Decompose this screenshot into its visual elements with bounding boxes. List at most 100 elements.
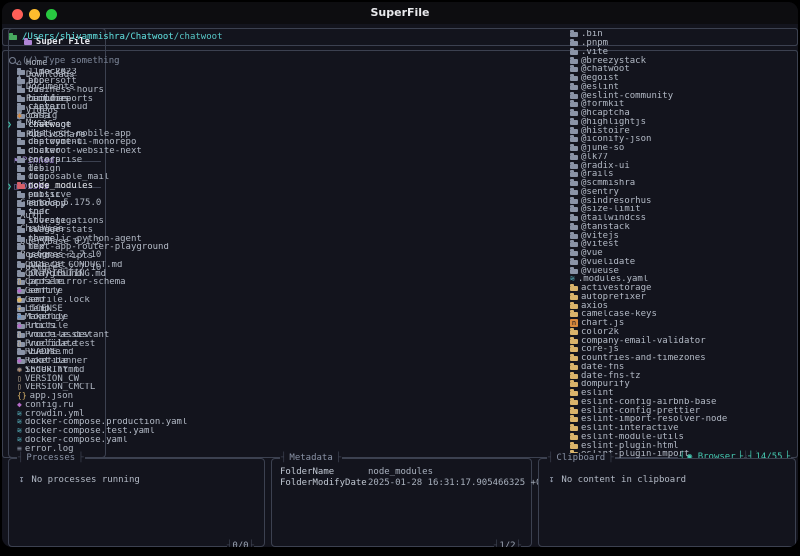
folder-icon	[570, 39, 578, 47]
file-row[interactable]: ❯ date-fns-tz	[570, 371, 798, 380]
file-row[interactable]: ❯ n chart.js	[570, 319, 798, 328]
markdown-icon: ≡	[17, 348, 22, 357]
file-name: buildreports	[28, 94, 94, 103]
search-icon	[9, 57, 17, 65]
file-row[interactable]: ❯ eslint	[570, 389, 798, 398]
file-row[interactable]: ❯ @vitest	[570, 240, 798, 249]
folder-yellow-icon	[570, 389, 578, 397]
folder-icon	[570, 205, 578, 213]
file-row[interactable]: ❯ @tanstack	[570, 223, 798, 231]
file-row[interactable]: ❯ @lk77	[570, 153, 798, 161]
file-name: VERSION_CW	[24, 374, 80, 383]
file-icon: ▯	[17, 339, 22, 348]
file-name: lib	[28, 164, 45, 173]
file-row[interactable]: ❯ company-email-validator	[570, 336, 798, 345]
metadata-title: Metadata	[280, 453, 343, 464]
file-row[interactable]: ❯ eslint-plugin-html	[570, 441, 798, 450]
file-row[interactable]: ❯ @vueuse	[570, 266, 798, 275]
file-name: @chatwoot	[581, 65, 630, 74]
file-name: @tailwindcss	[581, 213, 647, 223]
folder-yellow-icon	[570, 336, 578, 344]
file-row[interactable]: ❯ dompurify	[570, 380, 798, 389]
file-name: log	[28, 173, 45, 182]
file-row[interactable]: ❯ @scmmishra	[570, 179, 798, 188]
file-row[interactable]: ❯ color2k	[570, 328, 798, 336]
file-row[interactable]: ❯ @size-limit	[570, 205, 798, 214]
file-row[interactable]: ❯ date-fns	[570, 363, 798, 371]
file-row[interactable]: ❯ activestorage	[570, 284, 798, 293]
file-row[interactable]: ❯ eslint-config-airbnb-base	[570, 397, 798, 407]
file-row[interactable]: ❯ @chatwoot	[570, 65, 798, 74]
file-name: VERSION_CMCTL	[24, 383, 96, 392]
file-row[interactable]: ❯ @formkit	[570, 100, 798, 109]
file-row[interactable]: ❯ camelcase-keys	[570, 310, 798, 319]
file-row[interactable]: ❯ @tailwindcss	[570, 214, 798, 223]
folder-icon	[17, 173, 25, 181]
ruby-icon: ◆	[17, 356, 22, 366]
file-name: coverage	[28, 120, 72, 130]
file-row[interactable]: ❯ @vuelidate	[570, 258, 798, 266]
folder-yellow-icon	[570, 380, 578, 388]
folder-icon	[570, 240, 578, 248]
file-row[interactable]: ❯ @egoist	[570, 74, 798, 83]
folder-icon	[17, 234, 25, 242]
folder-icon	[570, 161, 578, 169]
file-name: @egoist	[581, 73, 619, 83]
file-name: autoprefixer	[581, 292, 647, 302]
file-row[interactable]: ❯ @radix-ui	[570, 161, 798, 170]
file-row[interactable]: ❯ .bin	[570, 30, 798, 39]
file-row[interactable]: ❯ @eslint	[570, 82, 798, 92]
folder-icon	[570, 266, 578, 274]
file-row[interactable]: ❯ @iconify-json	[570, 135, 798, 144]
file-name: @scmmishra	[581, 178, 636, 188]
folder-yellow-icon	[570, 310, 578, 318]
file-row[interactable]: ❯ @breezystack	[570, 56, 798, 65]
file-name: spec	[28, 208, 50, 217]
file-name: @histoire	[581, 126, 630, 135]
folder-icon	[570, 196, 578, 204]
processes-panel: Processes ↧ No processes running 0/0	[8, 453, 265, 547]
file-row[interactable]: ❯ @sindresorhus	[570, 196, 798, 205]
file-row[interactable]: ❯ .vite	[570, 48, 798, 56]
file-row[interactable]: ❯ @vue	[570, 249, 798, 258]
yaml-icon: ≋	[17, 435, 22, 444]
file-row[interactable]: ❯ .pnpm	[570, 39, 798, 48]
file-row[interactable]: ❯ axios	[570, 301, 798, 310]
file-name: docker-compose.production.yaml	[24, 418, 188, 427]
file-row[interactable]: ❯ @highlightjs	[570, 118, 798, 126]
file-name: axios	[581, 301, 609, 310]
file-row[interactable]: ❯ @histoire	[570, 126, 798, 135]
file-row[interactable]: ❯ eslint-import-resolver-node	[570, 415, 798, 424]
folder-icon	[570, 187, 578, 195]
file-row[interactable]: ❯ @sentry	[570, 187, 798, 196]
file-row[interactable]: ❯ eslint-module-utils	[570, 433, 798, 441]
file-row[interactable]: ❯ @june-so	[570, 144, 798, 153]
file-row[interactable]: ❯ ≋ .modules.yaml	[570, 275, 798, 284]
file-name: public	[28, 190, 61, 200]
file-row[interactable]: ❯ core-js	[570, 345, 798, 354]
file-row[interactable]: ❯ autoprefixer	[570, 292, 798, 302]
file-row[interactable]: ❯ @hcaptcha	[570, 109, 798, 118]
file-row[interactable]: ❯ eslint-config-prettier	[570, 406, 798, 415]
markdown-icon: ≡	[17, 269, 22, 278]
file-row[interactable]: ❯ @rails	[570, 170, 798, 179]
file-row[interactable]: ❯ eslint-interactive	[570, 424, 798, 433]
file-row[interactable]: ❯ @vitejs	[570, 231, 798, 240]
file-name: @eslint	[581, 82, 619, 92]
file-name: CONTRIBUTING.md	[24, 269, 107, 278]
file-name: Procfile	[24, 321, 69, 331]
file-name: deployment	[28, 138, 83, 147]
folder-icon	[570, 170, 578, 178]
file-name: @breezystack	[581, 56, 647, 65]
file-row[interactable]: ❯ countries-and-timezones	[570, 354, 798, 363]
folder-icon	[570, 82, 578, 90]
clipboard-empty-state: ↧ No content in clipboard	[549, 475, 795, 485]
file-name: core-js	[581, 345, 619, 354]
folder-icon	[570, 100, 578, 108]
json-icon: {}	[17, 391, 27, 401]
file-row[interactable]: ❯ @eslint-community	[570, 91, 798, 100]
file-name: swagger	[28, 225, 66, 235]
file-name: enterprise	[28, 155, 83, 165]
file-name: Gemfile.lock	[24, 295, 90, 305]
file-name: eslint-config-airbnb-base	[581, 397, 717, 407]
